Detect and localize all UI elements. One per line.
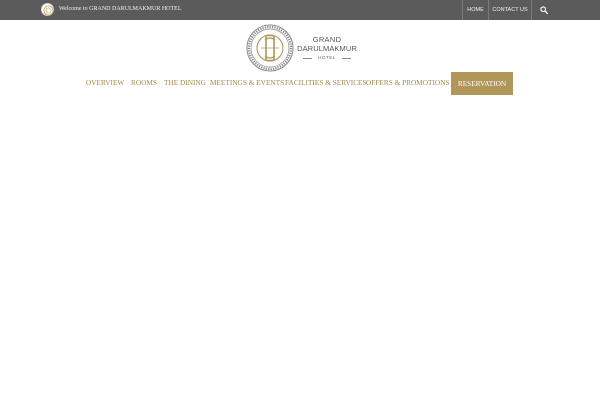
search-button[interactable] [532,0,556,20]
contact-us-link[interactable]: CONTACT US [488,0,532,20]
monogram-emblem-icon [246,24,294,72]
nav-item-the-dining[interactable]: THE DINING [164,78,206,88]
home-link[interactable]: HOME [462,0,488,20]
nav-item-rooms[interactable]: ROOMS [131,78,157,88]
nav-item-meetings-events[interactable]: MEETINGS & EVENTS [210,78,284,88]
logo-text-grand: GRAND [312,35,342,44]
logo-text-name: DARULMAKMUR [297,44,357,53]
nav-item-offers-promotions[interactable]: OFFERS & PROMOTIONS [366,78,450,88]
logo-divider-right [342,58,351,59]
nav-item-facilities-services[interactable]: FACILITIES & SERVICES [285,78,367,88]
logo-text-hotel: HOTEL [318,55,336,60]
nav-item-overview[interactable]: OVERVIEW [86,78,124,88]
hotel-logo[interactable]: GRAND DARULMAKMUR HOTEL [246,24,358,72]
top-bar: Welcome to GRAND DARULMAKMUR HOTEL HOME … [0,0,600,20]
hotel-badge-icon [41,3,54,16]
welcome-text: Welcome to GRAND DARULMAKMUR HOTEL [59,6,182,12]
search-icon [540,6,548,14]
reservation-button[interactable]: RESERVATION [451,72,513,95]
